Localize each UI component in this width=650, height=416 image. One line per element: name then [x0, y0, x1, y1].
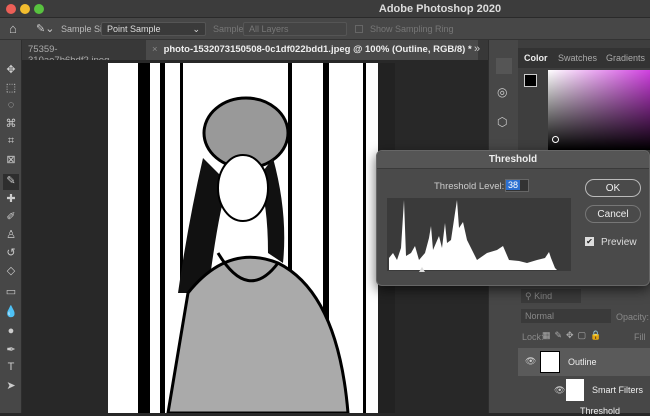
lock-label: Lock: — [522, 332, 544, 342]
dodge-tool-icon[interactable]: ● — [3, 325, 19, 341]
lasso-tool-icon[interactable]: ◌ — [3, 99, 19, 115]
preview-checkbox[interactable]: ✔ — [585, 237, 594, 246]
layers-panel: ⚲ Kind Normal Opacity: Lock: ▦✎✥▢🔒 Fill … — [518, 285, 650, 416]
adjustments-panel-icon[interactable]: ◎ — [497, 85, 507, 99]
tab-gradients[interactable]: Gradients — [606, 53, 645, 63]
tab-color[interactable]: Color — [524, 53, 548, 63]
blend-mode-select[interactable]: Normal — [521, 309, 611, 323]
sample-size-select[interactable]: Point Sample ⌄ — [101, 22, 206, 36]
layer-name: Smart Filters — [592, 385, 644, 395]
layer-thumbnail — [540, 351, 560, 373]
title-bar: Adobe Photoshop 2020 — [0, 0, 650, 18]
visibility-eye-icon[interactable]: 👁 — [525, 356, 536, 367]
history-brush-icon[interactable]: ↺ — [3, 246, 19, 262]
options-bar: ⌂ ✎⌄ Sample Size: Point Sample ⌄ Sample: … — [0, 18, 650, 40]
color-panel-tabs: Color Swatches Gradients — [518, 48, 650, 68]
color-picker-handle[interactable] — [552, 136, 559, 143]
layer-row-outline[interactable]: 👁 Outline — [518, 348, 650, 376]
healing-brush-icon[interactable]: ✚ — [3, 192, 19, 208]
show-sampling-ring-label: Show Sampling Ring — [370, 24, 454, 34]
layer-name: Outline — [568, 357, 597, 367]
sketch-photo — [138, 63, 395, 413]
layer-filter-select[interactable]: ⚲ Kind — [521, 289, 581, 303]
threshold-level-value: 38 — [506, 180, 521, 190]
crop-tool-icon[interactable]: ⌗ — [3, 135, 19, 151]
sample-select[interactable]: All Layers — [243, 22, 347, 36]
lock-icons[interactable]: ▦✎✥▢🔒 — [542, 330, 605, 341]
pen-tool-icon[interactable]: ✒ — [3, 343, 19, 359]
gradient-tool-icon[interactable]: ▭ — [3, 285, 19, 301]
fill-label: Fill — [634, 332, 646, 342]
marquee-tool-icon[interactable]: ⬚ — [3, 81, 19, 97]
dialog-title: Threshold — [377, 151, 649, 169]
history-panel-icon[interactable] — [496, 58, 512, 74]
eyedropper-tool-icon[interactable]: ✎⌄ — [36, 22, 54, 35]
kind-label: Kind — [534, 291, 553, 301]
tab-close-icon[interactable]: × — [152, 44, 158, 55]
sample-size-value: Point Sample — [107, 24, 161, 34]
window-title: Adobe Photoshop 2020 — [378, 3, 502, 15]
filter-name[interactable]: Threshold — [580, 406, 620, 416]
ok-button[interactable]: OK — [585, 179, 641, 197]
quick-select-tool-icon[interactable]: ⌘ — [3, 117, 19, 133]
sample-label: Sample: — [213, 24, 247, 34]
document-tabs: 75359-310ae7b6bdf2.jpeg × photo-153207315… — [22, 40, 488, 66]
filter-mask-thumbnail — [566, 379, 584, 401]
opacity-label: Opacity: — [616, 312, 650, 322]
frame-tool-icon[interactable]: ⊠ — [3, 153, 19, 169]
layer-row-smart-filters[interactable]: 👁 Smart Filters — [518, 376, 650, 404]
tab-document-1[interactable]: 75359-310ae7b6bdf2.jpeg — [22, 40, 144, 66]
type-tool-icon[interactable]: T — [3, 361, 19, 377]
foreground-color-swatch[interactable] — [524, 74, 537, 87]
move-tool-icon[interactable]: ✥ — [3, 63, 19, 79]
visibility-eye-icon[interactable]: 👁 — [554, 385, 565, 396]
brush-tool-icon[interactable]: ✐ — [3, 210, 19, 226]
document-image[interactable] — [108, 63, 395, 413]
clone-stamp-icon[interactable]: ♙ — [3, 228, 19, 244]
histogram — [387, 198, 571, 272]
3d-panel-icon[interactable]: ⬡ — [497, 115, 507, 129]
path-select-icon[interactable]: ➤ — [3, 379, 19, 395]
eraser-tool-icon[interactable]: ◇ — [3, 264, 19, 280]
eyedropper-tool-icon[interactable]: ✎ — [3, 174, 19, 190]
blur-tool-icon[interactable]: 💧 — [3, 305, 19, 321]
color-picker-field[interactable] — [548, 70, 650, 150]
tab-label: photo-1532073150508-0c1df022bdd1.jpeg @ … — [163, 44, 472, 55]
show-sampling-ring-checkbox[interactable] — [355, 25, 363, 33]
threshold-level-label: Threshold Level: — [434, 181, 505, 192]
sample-value: All Layers — [249, 24, 289, 34]
home-icon[interactable]: ⌂ — [9, 21, 17, 36]
threshold-level-input[interactable]: 38 — [505, 179, 529, 192]
preview-label: Preview — [601, 237, 637, 248]
threshold-dialog: Threshold Threshold Level: 38 OK Cancel … — [376, 150, 650, 286]
tabs-overflow-button[interactable]: » — [474, 43, 480, 55]
tab-document-2[interactable]: × photo-1532073150508-0c1df022bdd1.jpeg @… — [146, 40, 478, 60]
tools-panel: ✥ ⬚ ◌ ⌘ ⌗ ⊠ ✎ ✚ ✐ ♙ ↺ ◇ ▭ 💧 ● ✒ T ➤ — [0, 40, 22, 413]
tab-swatches[interactable]: Swatches — [558, 53, 597, 63]
cancel-button[interactable]: Cancel — [585, 205, 641, 223]
